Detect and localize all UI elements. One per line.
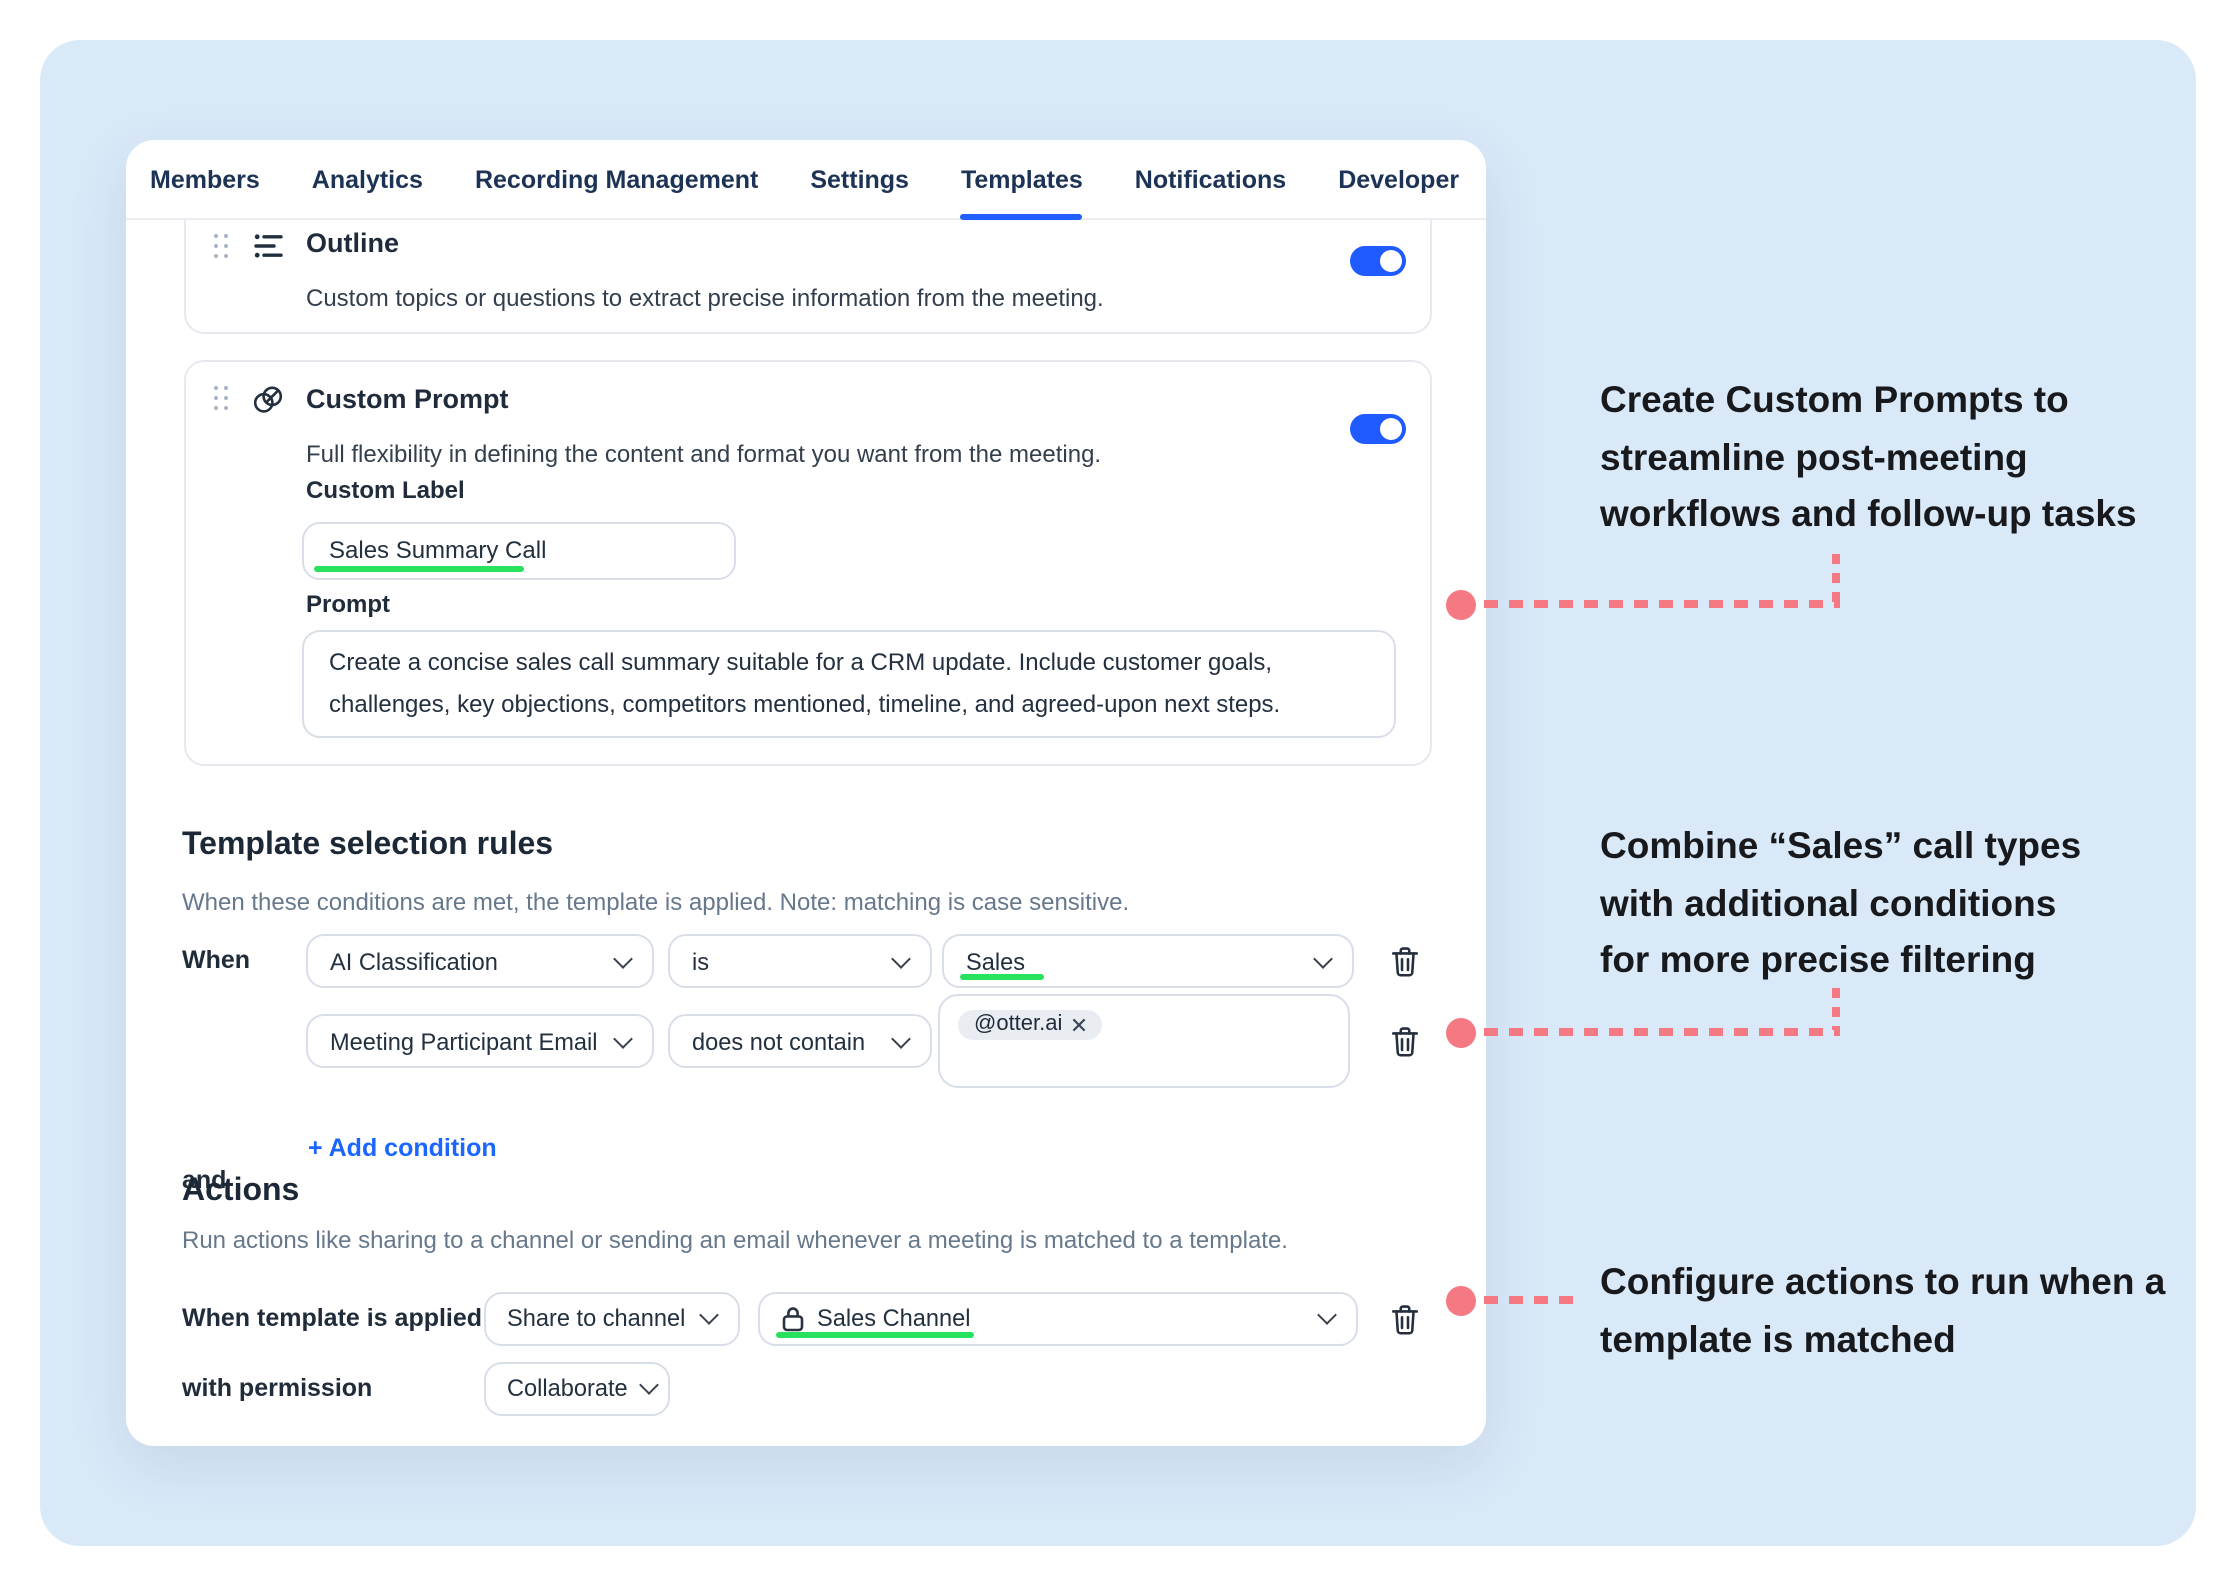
dropdown-value: AI Classification [330,947,498,975]
actions-heading: Actions [182,1174,299,1210]
chevron-down-icon [890,1028,910,1048]
selection-rules-subtext: When these conditions are met, the templ… [182,887,1129,915]
annotation-connector-vertical [1832,988,1839,1030]
delete-condition-button[interactable] [1390,946,1420,978]
custom-prompt-card: Custom Prompt Full flexibility in defini… [184,360,1431,766]
prompt-value: Create a concise sales call summary suit… [329,648,1280,718]
condition-value-tag-input[interactable]: @otter.ai [938,994,1350,1088]
condition-value-dropdown[interactable]: Sales [942,934,1354,988]
dropdown-value: is [692,947,709,975]
screenshot-stage: Members Analytics Recording Management S… [0,0,2236,1586]
prompt-field-label: Prompt [306,590,390,618]
actions-subtext: Run actions like sharing to a channel or… [182,1226,1288,1254]
condition-field-dropdown[interactable]: AI Classification [306,934,654,988]
email-chip: @otter.ai [958,1009,1102,1040]
outline-toggle[interactable] [1350,246,1406,275]
selection-rules-heading: Template selection rules [182,828,553,864]
delete-condition-button-2[interactable] [1390,1026,1420,1058]
dropdown-value: Share to channel [507,1304,685,1332]
chevron-down-icon [613,1028,633,1048]
annotation-line: Configure actions to run when a [1600,1254,2165,1311]
outline-list-icon [254,232,284,270]
tab-members[interactable]: Members [150,140,260,218]
custom-prompt-description: Full flexibility in defining the content… [306,440,1101,468]
add-condition-button[interactable]: + Add condition [308,1134,497,1162]
outline-card-description: Custom topics or questions to extract pr… [306,284,1104,312]
dropdown-value: Meeting Participant Email [330,1027,598,1055]
prompt-textarea[interactable]: Create a concise sales call summary suit… [301,630,1395,738]
annotation-configure-actions: Configure actions to run when a template… [1600,1254,2165,1368]
tab-recording-management[interactable]: Recording Management [475,140,758,218]
tab-templates[interactable]: Templates [961,140,1083,218]
annotation-line: with additional conditions [1600,875,2081,932]
green-underline [775,1333,973,1338]
permission-dropdown[interactable]: Collaborate [483,1361,669,1415]
dropdown-value: Sales Channel [817,1304,970,1332]
chevron-down-icon [699,1305,719,1325]
tab-notifications[interactable]: Notifications [1135,140,1286,218]
tab-developer[interactable]: Developer [1338,140,1459,218]
channel-dropdown[interactable]: Sales Channel [757,1291,1358,1345]
annotation-connector-horizontal [1484,1029,1839,1036]
dropdown-value: Collaborate [507,1374,628,1402]
annotation-connector-horizontal [1484,601,1839,608]
template-applied-label: When template is applied: [182,1304,490,1332]
delete-action-button[interactable] [1390,1303,1420,1335]
tab-analytics[interactable]: Analytics [312,140,423,218]
chevron-down-icon [1317,1305,1337,1325]
toggle-knob [1381,417,1403,439]
toggle-knob [1381,249,1403,271]
dropdown-value: Sales [966,947,1025,975]
outline-card: Outline Custom topics or questions to ex… [184,220,1431,334]
annotation-line: Create Custom Prompts to [1600,372,2137,429]
permission-row-label: with permission [182,1374,372,1402]
annotation-connector-horizontal [1484,1297,1582,1304]
custom-label-field-label: Custom Label [306,476,465,504]
annotation-line: streamline post-meeting [1600,429,2137,486]
outline-card-title: Outline [306,228,399,258]
condition-operator-dropdown-2[interactable]: does not contain [668,1014,931,1068]
annotation-connector-vertical [1832,554,1839,602]
lock-icon [781,1305,803,1331]
annotation-line: template is matched [1600,1311,2165,1368]
chevron-down-icon [1313,948,1333,968]
chip-label: @otter.ai [974,1013,1062,1037]
custom-label-input[interactable]: Sales Summary Call [301,521,735,579]
annotation-combine-conditions: Combine “Sales” call types with addition… [1600,818,2081,989]
action-type-dropdown[interactable]: Share to channel [483,1291,740,1345]
green-underline [960,975,1044,980]
custom-label-value: Sales Summary Call [329,536,546,564]
condition-operator-dropdown[interactable]: is [668,934,931,988]
annotation-dot [1446,1017,1476,1047]
custom-prompt-toggle[interactable] [1350,414,1406,443]
condition-field-dropdown-2[interactable]: Meeting Participant Email [306,1014,654,1068]
settings-panel: Members Analytics Recording Management S… [126,140,1486,1446]
remove-chip-icon[interactable] [1072,1018,1086,1032]
annotation-line: workflows and follow-up tasks [1600,486,2137,543]
chevron-down-icon [890,948,910,968]
tab-settings[interactable]: Settings [810,140,909,218]
custom-prompt-icon [252,384,284,426]
tab-bar: Members Analytics Recording Management S… [126,140,1486,220]
dropdown-value: does not contain [692,1027,865,1055]
drag-handle-icon[interactable] [214,234,228,258]
drag-handle-icon[interactable] [214,386,228,410]
when-row-label: When [182,946,250,974]
custom-prompt-card-title: Custom Prompt [306,384,509,414]
annotation-dot [1446,1285,1476,1315]
green-underline [313,566,523,571]
annotation-line: for more precise filtering [1600,932,2081,989]
annotation-dot [1446,589,1476,619]
chevron-down-icon [639,1375,659,1395]
chevron-down-icon [613,948,633,968]
annotation-line: Combine “Sales” call types [1600,818,2081,875]
annotation-custom-prompts: Create Custom Prompts to streamline post… [1600,372,2137,543]
